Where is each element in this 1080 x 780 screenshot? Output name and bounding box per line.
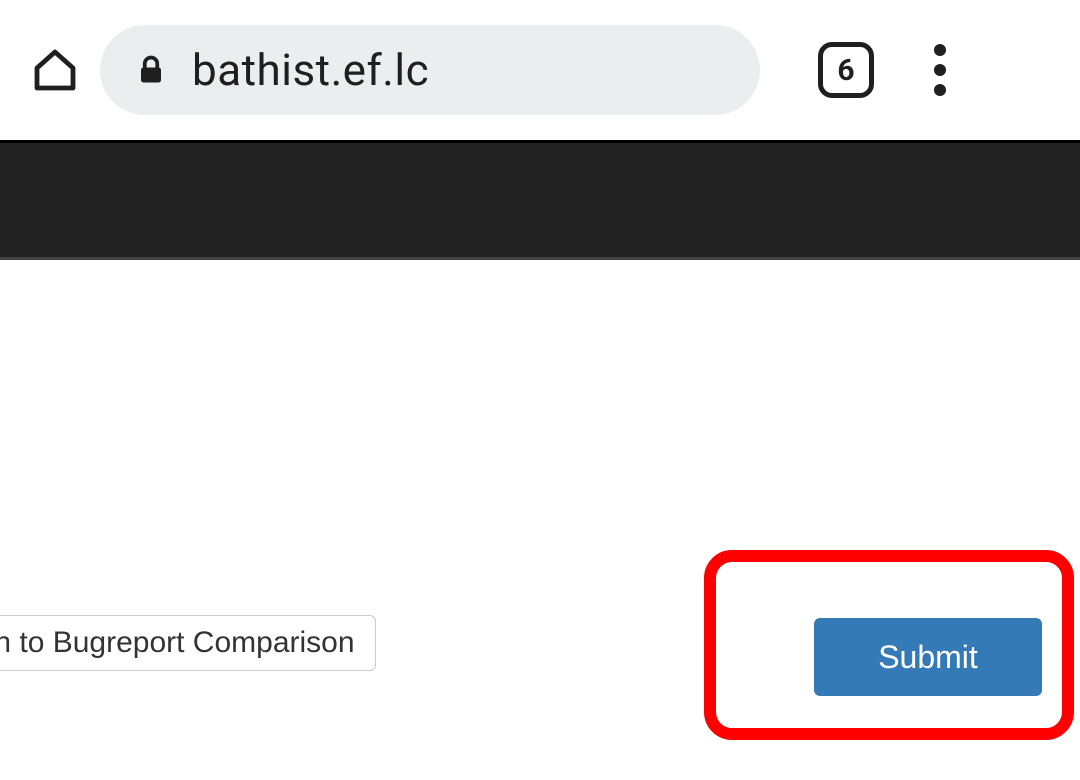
url-text: bathist.ef.lc	[192, 44, 429, 96]
page-header-bar	[0, 140, 1080, 260]
menu-dot-icon	[934, 84, 946, 96]
home-icon	[31, 46, 79, 94]
tab-count-button[interactable]: 6	[818, 42, 874, 98]
url-bar[interactable]: bathist.ef.lc	[100, 25, 760, 115]
browser-menu-button[interactable]	[916, 42, 964, 98]
switch-to-bugreport-comparison-button[interactable]: tch to Bugreport Comparison	[0, 615, 376, 671]
browser-toolbar: bathist.ef.lc 6	[0, 0, 1080, 140]
menu-dot-icon	[934, 44, 946, 56]
submit-button[interactable]: Submit	[814, 618, 1042, 696]
lock-icon	[136, 52, 166, 88]
tab-count-value: 6	[837, 53, 854, 88]
menu-dot-icon	[934, 64, 946, 76]
home-button[interactable]	[28, 43, 82, 97]
